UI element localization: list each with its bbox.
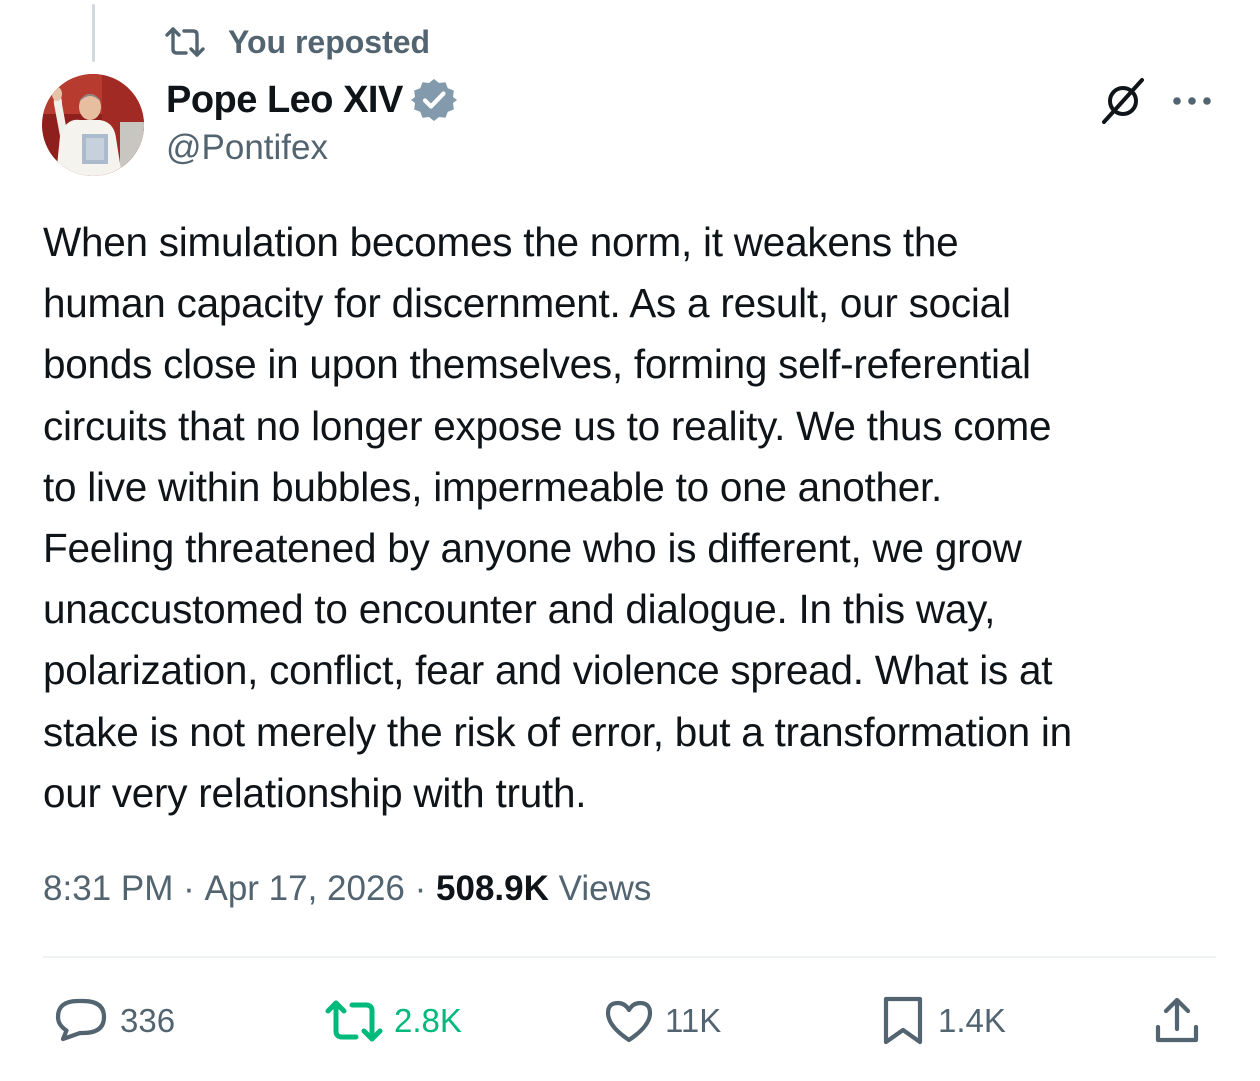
- views-label[interactable]: Views: [559, 869, 652, 909]
- repost-banner[interactable]: You reposted: [164, 22, 430, 62]
- post-detail: You reposted Pope Leo XIV @Pontifex When…: [0, 0, 1260, 1081]
- thread-connector-line: [92, 4, 95, 62]
- meta-separator: ·: [173, 869, 205, 908]
- bookmark-count: 1.4K: [938, 1002, 1006, 1039]
- repost-icon: [325, 1000, 383, 1042]
- post-meta: 8:31 PM · Apr 17, 2026 · 508.9K Views: [43, 864, 651, 914]
- author-display-name[interactable]: Pope Leo XIV: [166, 79, 403, 122]
- repost-banner-label: You reposted: [228, 23, 431, 60]
- verified-badge-icon[interactable]: [410, 77, 457, 123]
- reply-button[interactable]: 336: [52, 992, 175, 1050]
- post-date[interactable]: Apr 17, 2026: [204, 869, 404, 909]
- heart-icon: [605, 1000, 653, 1043]
- more-icon[interactable]: [1170, 88, 1214, 114]
- divider: [43, 956, 1216, 958]
- reply-count: 336: [120, 1002, 176, 1039]
- views-count[interactable]: 508.9K: [436, 869, 549, 909]
- like-button[interactable]: 11K: [603, 992, 721, 1050]
- reply-icon: [55, 998, 107, 1042]
- author-handle[interactable]: @Pontifex: [166, 128, 328, 168]
- share-icon: [1155, 997, 1199, 1043]
- bookmark-button[interactable]: 1.4K: [878, 992, 1006, 1050]
- avatar-photo: [42, 74, 144, 176]
- repost-icon: [165, 27, 205, 57]
- views-spacer: [549, 869, 559, 909]
- bookmark-icon: [883, 996, 923, 1045]
- author-name-row[interactable]: Pope Leo XIV: [166, 76, 457, 124]
- avatar[interactable]: [42, 74, 144, 176]
- repost-button[interactable]: 2.8K: [324, 992, 462, 1050]
- post-time[interactable]: 8:31 PM: [43, 869, 173, 909]
- repost-count: 2.8K: [394, 1002, 462, 1039]
- share-button[interactable]: [1152, 992, 1202, 1050]
- post-body-text: When simulation becomes the norm, it wea…: [43, 219, 1072, 816]
- meta-separator: ·: [404, 869, 437, 908]
- grok-icon[interactable]: [1098, 76, 1148, 126]
- like-count: 11K: [665, 1002, 722, 1039]
